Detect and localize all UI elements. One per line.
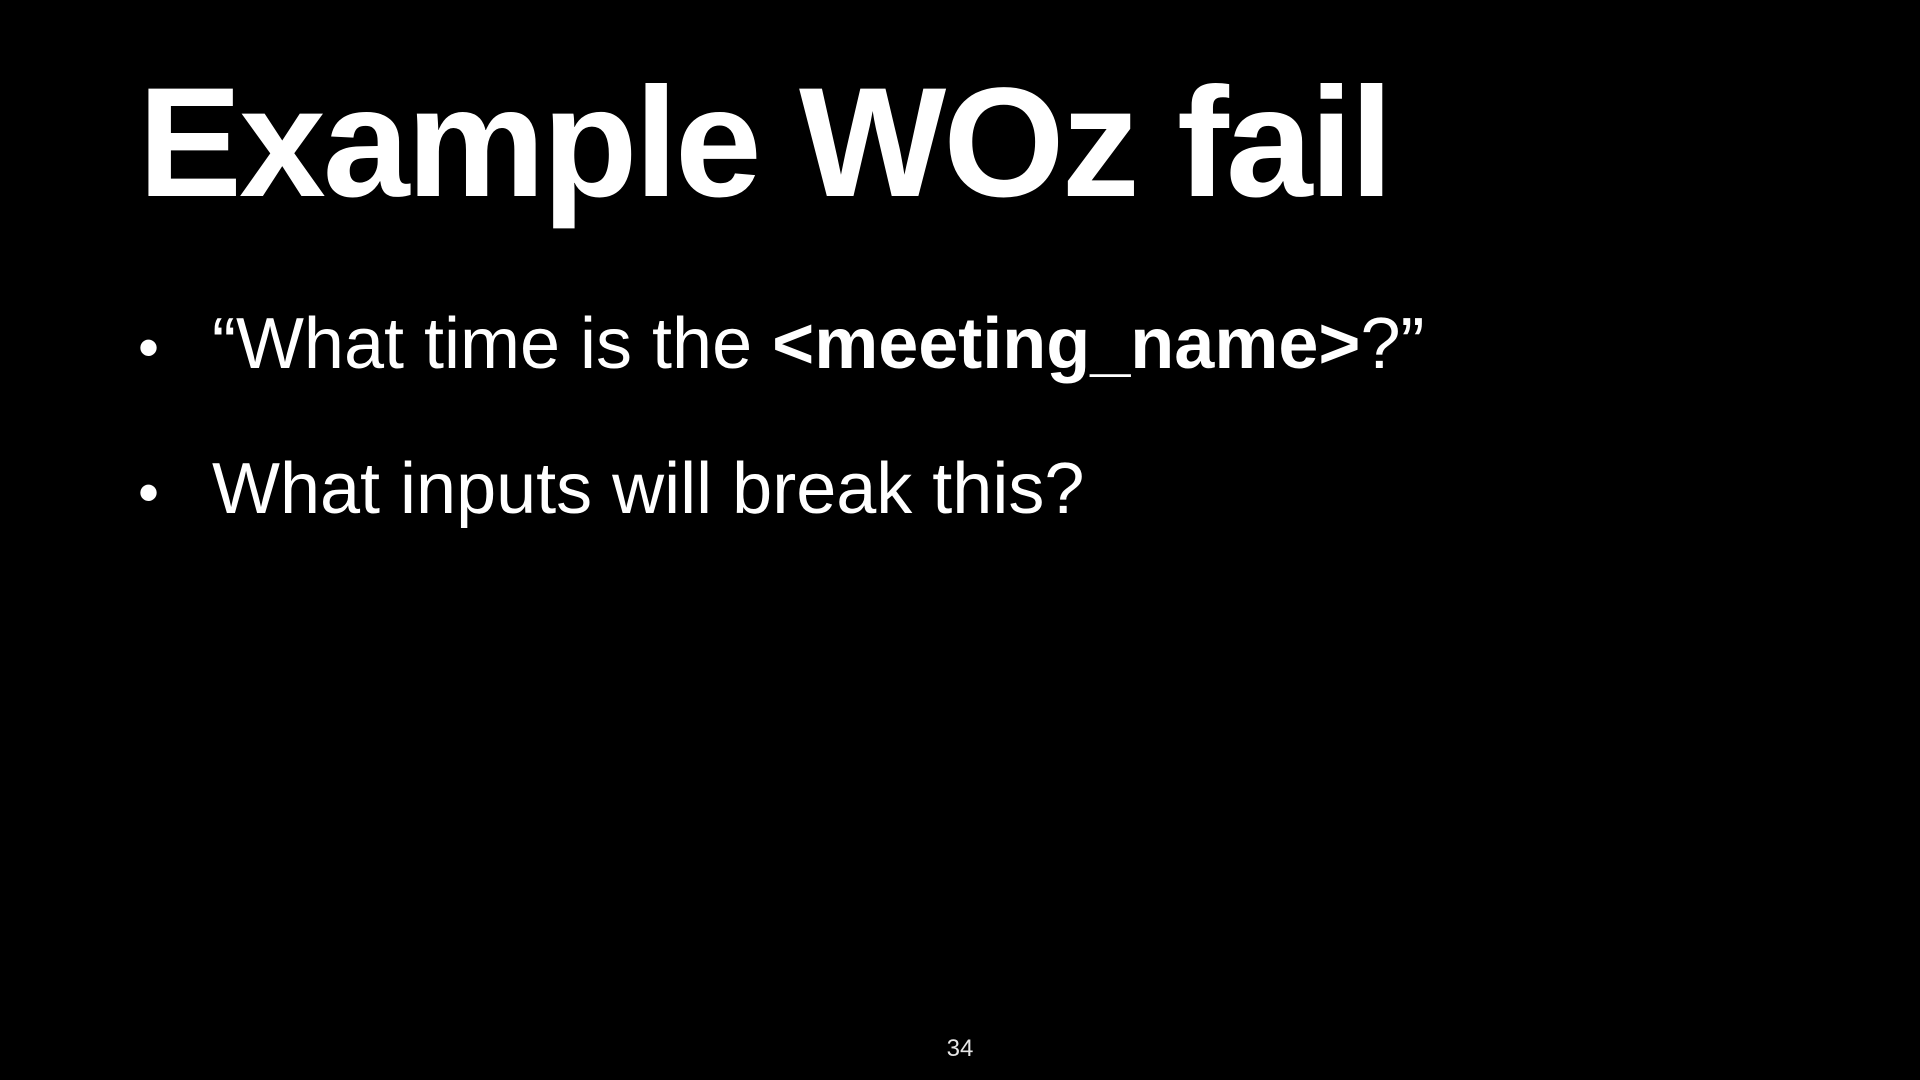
- bullet-text: “What time is the <meeting_name>?”: [212, 308, 1424, 380]
- bullet-item-break-question: • What inputs will break this?: [138, 453, 1424, 598]
- page-number: 34: [946, 1035, 974, 1062]
- bullet-text-before: “What time is the: [212, 304, 773, 384]
- bullet-list: • “What time is the <meeting_name>?” • W…: [138, 308, 1424, 598]
- bullet-icon: •: [138, 314, 160, 381]
- bullet-text-after: ?”: [1360, 304, 1425, 384]
- bullet-text-placeholder: <meeting_name>: [772, 304, 1361, 384]
- bullet-text: What inputs will break this?: [212, 449, 1085, 529]
- slide: Example WOz fail • “What time is the <me…: [0, 0, 1920, 1080]
- bullet-item-meeting-question: • “What time is the <meeting_name>?”: [138, 308, 1424, 453]
- slide-title: Example WOz fail: [138, 56, 1393, 230]
- bullet-icon: •: [138, 459, 160, 526]
